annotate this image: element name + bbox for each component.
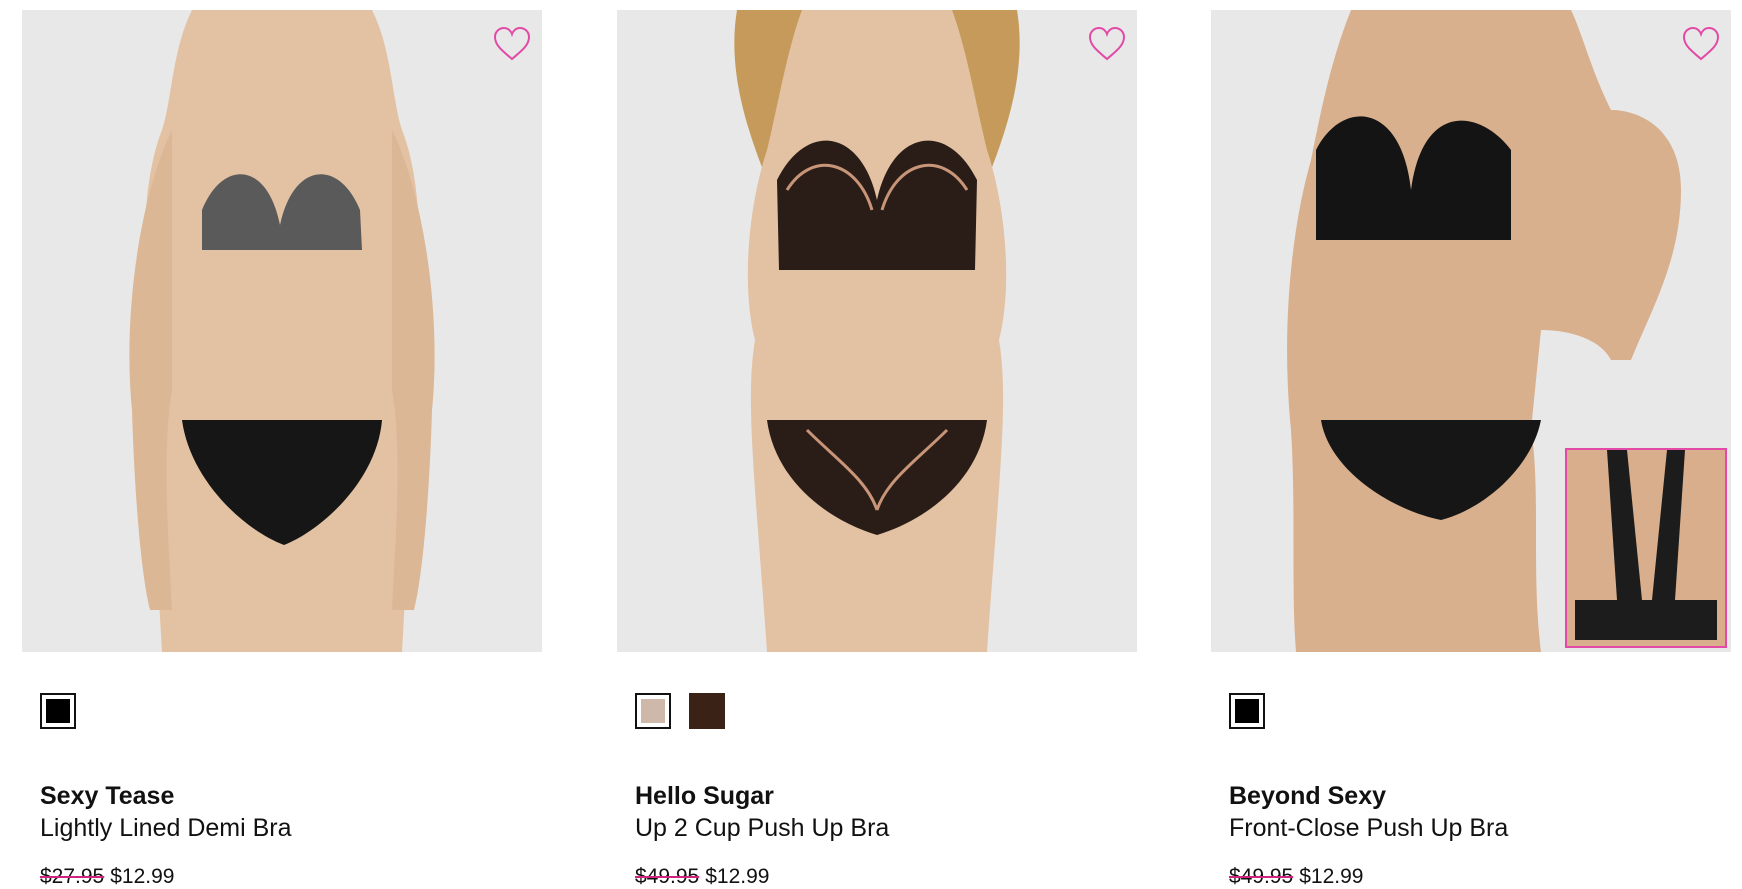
color-swatches [1229,693,1265,729]
product-card[interactable]: Beyond Sexy Front-Close Push Up Bra $49.… [1211,10,1731,888]
product-image[interactable] [1211,10,1731,652]
original-price: $49.95 [635,865,700,888]
model-photo [734,10,1020,652]
sale-price: $12.99 [1299,865,1364,888]
product-name[interactable]: Up 2 Cup Push Up Bra [635,814,889,843]
color-swatch-black[interactable] [1229,693,1265,729]
sale-price: $12.99 [110,865,175,888]
color-swatch-black[interactable] [40,693,76,729]
color-swatch-nude[interactable] [635,693,671,729]
color-swatches [40,693,76,729]
alternate-view-thumbnail[interactable] [1565,448,1727,648]
original-price: $27.95 [40,865,105,888]
wishlist-heart-icon[interactable] [492,26,532,62]
wishlist-heart-icon[interactable] [1087,26,1127,62]
product-brand[interactable]: Hello Sugar [635,782,774,811]
product-brand[interactable]: Sexy Tease [40,782,174,811]
product-brand[interactable]: Beyond Sexy [1229,782,1386,811]
product-name[interactable]: Front-Close Push Up Bra [1229,814,1508,843]
product-card[interactable]: Sexy Tease Lightly Lined Demi Bra $27.95… [22,10,542,888]
color-swatch-leopard[interactable] [689,693,725,729]
color-swatches [635,693,725,729]
model-photo [129,10,435,652]
sale-price: $12.99 [705,865,770,888]
original-price: $49.95 [1229,865,1294,888]
product-card[interactable]: Hello Sugar Up 2 Cup Push Up Bra $49.95 $… [617,10,1137,888]
product-image[interactable] [617,10,1137,652]
product-price: $49.95 $12.99 [1229,865,1363,889]
product-price: $27.95 $12.99 [40,865,174,889]
product-image[interactable] [22,10,542,652]
back-view-image [1567,450,1725,646]
wishlist-heart-icon[interactable] [1681,26,1721,62]
product-name[interactable]: Lightly Lined Demi Bra [40,814,292,843]
product-price: $49.95 $12.99 [635,865,769,889]
